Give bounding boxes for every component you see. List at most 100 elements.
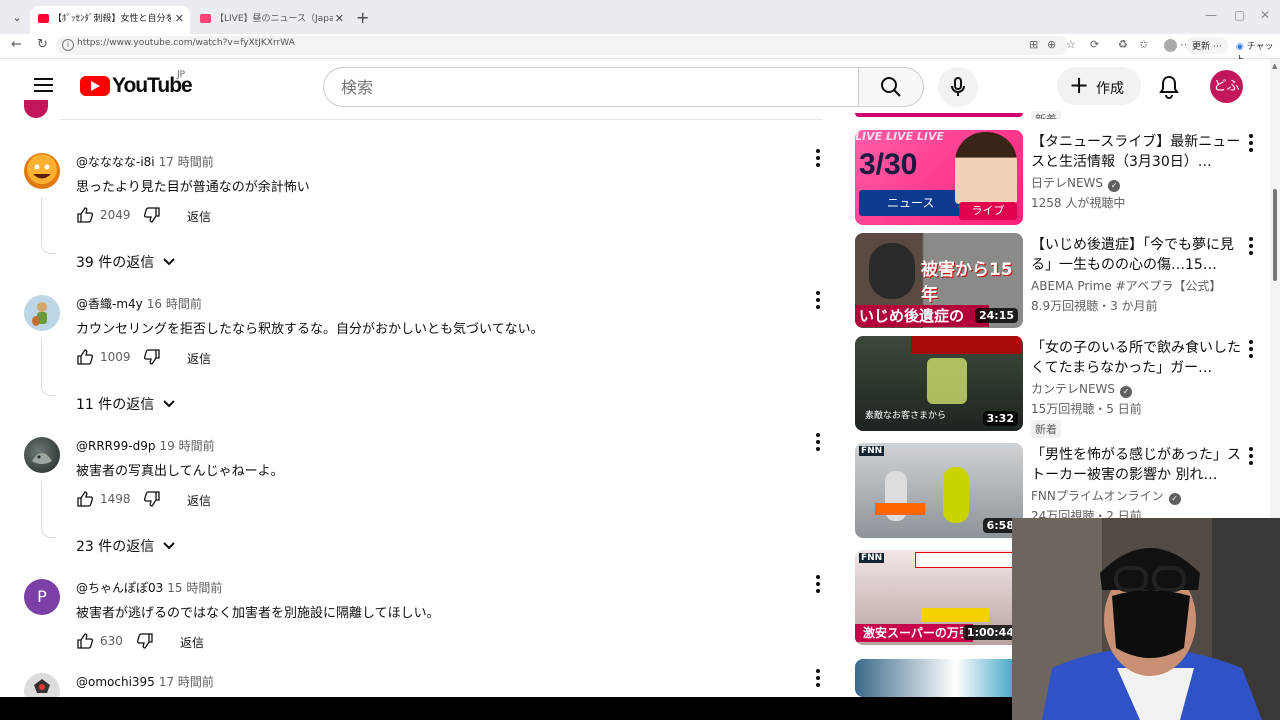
like-thumb-icon[interactable] [76, 490, 94, 508]
minimize-icon[interactable]: — [1205, 8, 1217, 22]
video-title[interactable]: 「男性を怖がる感じがあった」ストーカー被害の影響か 別れ… [1031, 445, 1241, 485]
back-icon[interactable]: ← [11, 37, 22, 52]
performance-icon[interactable]: ♻ [1118, 38, 1128, 51]
comment-author[interactable]: @香織-m4y 16 時間前 [76, 295, 202, 312]
comment-author[interactable]: @omochi395 17 時間前 [76, 673, 214, 690]
thumb-yellow-caption [921, 608, 989, 622]
author-handle[interactable]: @なななな-i8i [76, 155, 155, 169]
comment-more-icon[interactable] [812, 433, 824, 455]
close-window-icon[interactable]: ✕ [1260, 8, 1270, 22]
youtube-logo-icon[interactable] [80, 76, 110, 96]
comment-time[interactable]: 16 時間前 [147, 297, 202, 311]
translate-icon[interactable]: ⊞ [1029, 38, 1038, 51]
chevron-down-icon[interactable] [162, 538, 176, 552]
comment-author[interactable]: @ちゃんぽぽ03 15 時間前 [76, 579, 222, 596]
video-title[interactable]: 【タニュースライブ】最新ニュースと生活情報（3月30日）… [1031, 132, 1241, 172]
channel-name[interactable]: FNNプライムオンライン ✓ [1031, 487, 1181, 505]
view-replies-button[interactable]: 11 件の返信 [76, 394, 154, 414]
channel-name[interactable]: ABEMA Prime #アベプラ【公式】 [1031, 277, 1221, 294]
tab-close-icon[interactable]: ✕ [175, 6, 184, 32]
comment-time[interactable]: 17 時間前 [159, 675, 214, 689]
video-more-icon[interactable] [1245, 134, 1257, 156]
tab-list-chevron-icon[interactable]: ⌄ [8, 9, 26, 27]
character-icon [34, 679, 50, 693]
video-more-icon[interactable] [1245, 340, 1257, 362]
channel-name[interactable]: カンテレNEWS ✓ [1031, 380, 1133, 398]
video-thumbnail[interactable]: FNN 激安スーパーの万引 1:00:44 [855, 550, 1023, 645]
new-tab-button[interactable]: + [356, 8, 369, 27]
browser-tab-active[interactable]: 【ﾎﾟｯｾﾝﾀﾞ刺殺】女性と自分を交互に ✕ [30, 6, 190, 34]
hamburger-menu-icon[interactable] [34, 78, 53, 92]
commenter-avatar[interactable] [24, 437, 60, 473]
bookmark-star-icon[interactable]: ☆ [1066, 38, 1076, 51]
commenter-avatar[interactable] [24, 295, 60, 331]
comment-author[interactable]: @なななな-i8i 17 時間前 [76, 153, 214, 170]
url-field[interactable]: i https://www.youtube.com/watch?v=fyXtJK… [56, 36, 1068, 55]
comment-more-icon[interactable] [812, 575, 824, 597]
reply-button[interactable]: 返信 [187, 492, 211, 509]
comment-more-icon[interactable] [812, 291, 824, 313]
chevron-down-icon[interactable] [162, 396, 176, 410]
comment-time[interactable]: 19 時間前 [159, 439, 214, 453]
comment-more-icon[interactable] [812, 149, 824, 171]
like-thumb-icon[interactable] [76, 632, 94, 650]
video-thumbnail[interactable]: 被害から15年 いじめ後遺症の 24:15 [855, 233, 1023, 328]
video-more-icon[interactable] [1245, 447, 1257, 469]
maximize-icon[interactable]: ▢ [1234, 8, 1245, 22]
video-thumbnail[interactable]: FNN 6:58 [855, 443, 1023, 538]
video-title[interactable]: 【いじめ後遺症】「今でも夢に見る」一生ものの心の傷…15… [1031, 235, 1241, 275]
browser-tab[interactable]: 【LIVE】昼のニュース（Japan News D ✕ [192, 6, 350, 34]
search-input[interactable] [339, 68, 823, 106]
commenter-avatar[interactable] [24, 673, 60, 697]
figure-with-guitar-icon [32, 302, 47, 326]
video-title[interactable]: 「女の子のいる所で飲み食いしたくてたまらなかった」ガー… [1031, 338, 1241, 378]
comment-author[interactable]: @RRR99-d9p 19 時間前 [76, 437, 215, 454]
video-more-icon[interactable] [1245, 237, 1257, 259]
profile-avatar-icon[interactable] [1164, 39, 1177, 52]
scroll-up-icon[interactable]: ▲ [1272, 62, 1277, 70]
update-button[interactable]: 更新 ⋯ [1186, 37, 1228, 54]
video-thumbnail[interactable]: LIVE LIVE LIVE 3/30 ニュース ライブ [855, 130, 1023, 225]
dislike-thumb-icon[interactable] [143, 206, 161, 224]
comment-time[interactable]: 17 時間前 [159, 155, 214, 169]
channel-label[interactable]: カンテレNEWS [1031, 382, 1115, 396]
author-handle[interactable]: @omochi395 [76, 675, 155, 689]
commenter-avatar[interactable]: P [24, 579, 60, 615]
dislike-thumb-icon[interactable] [136, 632, 154, 650]
view-replies-button[interactable]: 23 件の返信 [76, 536, 154, 556]
reload-icon[interactable]: ↻ [37, 37, 48, 52]
search-button[interactable] [858, 67, 924, 107]
scrollbar-thumb[interactable] [1273, 189, 1277, 281]
favorites-icon[interactable]: ✩ [1139, 38, 1148, 51]
zoom-icon[interactable]: ⊕ [1047, 38, 1056, 51]
like-thumb-icon[interactable] [76, 348, 94, 366]
comment-time[interactable]: 15 時間前 [167, 581, 222, 595]
voice-search-button[interactable] [938, 67, 978, 107]
notifications-bell-icon[interactable] [1158, 75, 1180, 103]
author-handle[interactable]: @ちゃんぽぽ03 [76, 581, 163, 595]
dislike-thumb-icon[interactable] [143, 490, 161, 508]
dislike-thumb-icon[interactable] [143, 348, 161, 366]
like-thumb-icon[interactable] [76, 206, 94, 224]
chevron-down-icon[interactable] [162, 254, 176, 268]
video-thumbnail[interactable] [855, 659, 1023, 697]
channel-name[interactable]: 日テレNEWS ✓ [1031, 174, 1121, 192]
previous-comment-avatar [24, 100, 48, 118]
create-button[interactable]: + 作成 [1057, 67, 1141, 105]
reply-button[interactable]: 返信 [187, 208, 211, 225]
author-handle[interactable]: @香織-m4y [76, 297, 143, 311]
tab-close-icon[interactable]: ✕ [335, 6, 344, 32]
comment-more-icon[interactable] [812, 669, 824, 691]
extension-icon[interactable]: ⟳ [1090, 38, 1099, 51]
reply-button[interactable]: 返信 [187, 350, 211, 367]
reply-button[interactable]: 返信 [180, 634, 204, 651]
commenter-avatar[interactable] [24, 153, 60, 189]
view-replies-button[interactable]: 39 件の返信 [76, 252, 154, 272]
channel-label[interactable]: 日テレNEWS [1031, 176, 1103, 190]
account-avatar[interactable]: どふ [1210, 70, 1243, 103]
channel-label[interactable]: FNNプライムオンライン [1031, 489, 1164, 503]
author-handle[interactable]: @RRR99-d9p [76, 439, 155, 453]
video-thumbnail[interactable]: 素敵なお客さまから 3:32 [855, 336, 1023, 431]
site-info-icon[interactable]: i [62, 39, 74, 51]
thumb-news-label: ニュース [859, 190, 963, 216]
